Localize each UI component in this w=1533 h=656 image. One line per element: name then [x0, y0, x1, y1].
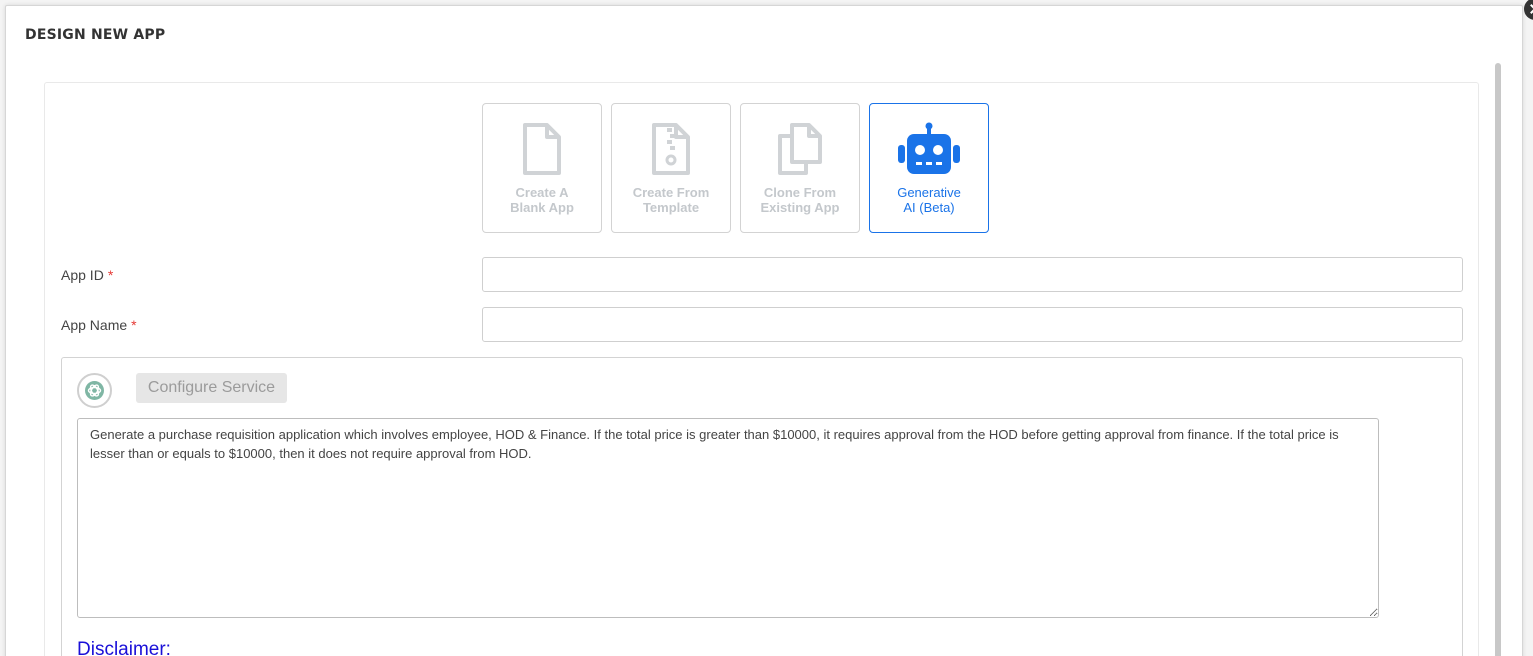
app-name-label: App Name * [61, 317, 137, 333]
close-icon[interactable] [1524, 0, 1533, 20]
zip-file-icon [612, 122, 730, 178]
app-name-label-text: App Name [61, 317, 128, 333]
configure-service-button[interactable]: Configure Service [136, 373, 287, 403]
app-id-label-text: App ID [61, 267, 104, 283]
create-blank-app-label: Create A Blank App [510, 185, 574, 215]
app-id-label: App ID * [61, 267, 113, 283]
app-creation-panel: Create A Blank App Create From Template [44, 82, 1479, 656]
robot-icon [870, 122, 988, 178]
design-new-app-dialog: DESIGN NEW APP Create A Blank App Create… [5, 0, 1533, 656]
required-marker: * [107, 267, 114, 283]
file-icon [483, 122, 601, 178]
required-marker: * [131, 317, 137, 333]
dialog-title: DESIGN NEW APP [25, 27, 166, 43]
generative-ai-label: Generative AI (Beta) [897, 185, 961, 215]
prompt-textarea[interactable]: Generate a purchase requisition applicat… [77, 418, 1379, 618]
generative-ai-section: Configure Service Generate a purchase re… [61, 357, 1463, 656]
create-blank-app-option[interactable]: Create A Blank App [482, 103, 602, 233]
app-id-input[interactable] [482, 257, 1463, 292]
generative-ai-option[interactable]: Generative AI (Beta) [869, 103, 989, 233]
openai-logo-icon [77, 373, 112, 408]
disclaimer-heading: Disclaimer: [77, 639, 171, 656]
copy-icon [741, 122, 859, 178]
app-name-input[interactable] [482, 307, 1463, 342]
scrollbar[interactable] [1495, 63, 1501, 656]
create-from-template-option[interactable]: Create From Template [611, 103, 731, 233]
clone-existing-app-option[interactable]: Clone From Existing App [740, 103, 860, 233]
clone-existing-app-label: Clone From Existing App [760, 185, 840, 215]
create-from-template-label: Create From Template [632, 185, 710, 215]
